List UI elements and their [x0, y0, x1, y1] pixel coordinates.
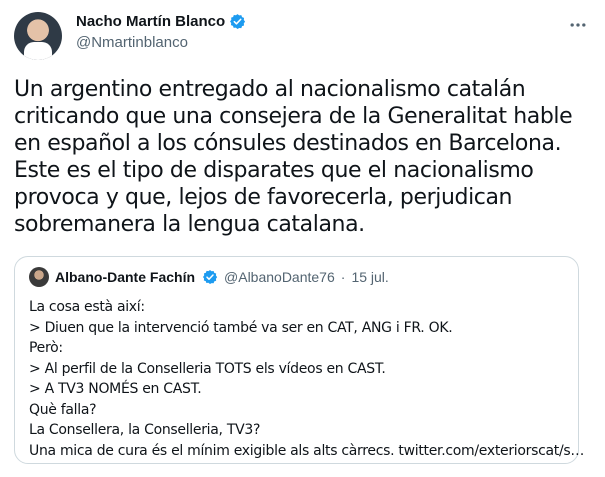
quoted-tweet-text: La cosa està així: > Diuen que la interv… — [29, 297, 585, 461]
author-info: Nacho Martín Blanco @Nmartinblanco — [76, 13, 246, 51]
quoted-text-line: La Consellera, la Conselleria, TV3? — [29, 422, 261, 438]
author-handle[interactable]: @Nmartinblanco — [76, 34, 246, 51]
quoted-tweet-header: Albano-Dante Fachín @AlbanoDante76 · 15 … — [29, 267, 389, 287]
quoted-text-line: La cosa està així: — [29, 299, 145, 315]
quoted-avatar — [29, 267, 49, 287]
quoted-display-name: Albano-Dante Fachín — [55, 269, 196, 285]
more-options-icon[interactable] — [567, 14, 589, 36]
tweet-header: Nacho Martín Blanco @Nmartinblanco — [14, 10, 591, 62]
quoted-tweet[interactable]: Albano-Dante Fachín @AlbanoDante76 · 15 … — [14, 256, 585, 464]
name-row: Nacho Martín Blanco — [76, 13, 246, 30]
author-display-name[interactable]: Nacho Martín Blanco — [76, 13, 225, 30]
verified-badge-icon — [201, 269, 218, 286]
quoted-handle: @AlbanoDante76 — [224, 269, 335, 285]
quoted-text-line: > Al perfil de la Conselleria TOTS els v… — [29, 360, 386, 377]
tweet: Nacho Martín Blanco @Nmartinblanco Un ar… — [0, 0, 605, 477]
quoted-date: 15 jul. — [351, 269, 389, 285]
avatar[interactable] — [14, 12, 62, 60]
quoted-text-line: Però: — [29, 340, 63, 356]
quoted-separator: · — [340, 269, 346, 285]
tweet-text: Un argentino entregado al nacionalismo c… — [14, 77, 573, 237]
quoted-text-line: > A TV3 NOMÉS en CAST. — [29, 381, 202, 397]
quoted-text-line: Què falla? — [29, 401, 97, 418]
verified-badge-icon — [229, 13, 246, 30]
quoted-text-line: Una mica de cura és el mínim exigible al… — [29, 442, 585, 459]
quoted-text-line: > Diuen que la intervenció també va ser … — [29, 319, 453, 336]
